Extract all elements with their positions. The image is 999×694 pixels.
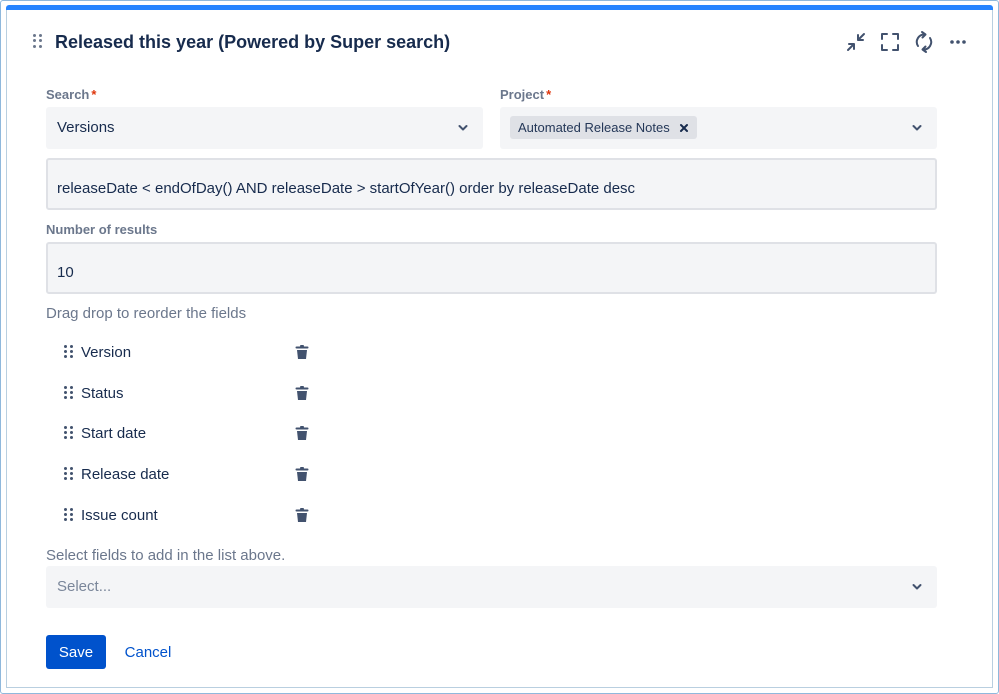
chevron-down-icon <box>912 584 922 590</box>
field-name: Issue count <box>81 507 158 524</box>
add-fields-label: Select fields to add in the list above. <box>46 547 286 564</box>
project-label: Project * <box>500 87 551 102</box>
drag-handle-icon[interactable] <box>64 426 73 439</box>
field-name: Status <box>81 385 124 402</box>
project-tag: Automated Release Notes <box>510 116 697 139</box>
drag-handle-icon[interactable] <box>64 386 73 399</box>
search-select[interactable]: Versions <box>46 107 483 149</box>
field-row-issue-count[interactable]: Issue count <box>62 505 322 529</box>
fields-hint: Drag drop to reorder the fields <box>46 305 247 322</box>
refresh-icon[interactable] <box>912 30 936 54</box>
field-name: Version <box>81 344 132 361</box>
gadget-title: Released this year (Powered by Super sea… <box>55 32 451 52</box>
drag-handle-icon[interactable] <box>33 34 43 48</box>
results-input[interactable]: 10 <box>46 242 937 294</box>
drag-handle-icon[interactable] <box>64 467 73 480</box>
search-label: Search * <box>46 87 96 102</box>
trash-icon[interactable] <box>294 385 310 401</box>
project-label-text: Project <box>500 87 545 102</box>
trash-icon[interactable] <box>294 507 310 523</box>
drag-handle-icon[interactable] <box>64 345 73 358</box>
required-marker: * <box>546 87 552 102</box>
results-input-value: 10 <box>57 264 74 281</box>
project-select[interactable]: Automated Release Notes <box>500 107 937 149</box>
fullscreen-icon[interactable] <box>878 30 902 54</box>
field-row-status[interactable]: Status <box>62 383 322 407</box>
field-row-version[interactable]: Version <box>62 342 322 366</box>
project-tag-label: Automated Release Notes <box>518 120 670 135</box>
trash-icon[interactable] <box>294 466 310 482</box>
query-input-value: releaseDate < endOfDay() AND releaseDate… <box>57 180 636 197</box>
more-icon[interactable] <box>946 30 970 54</box>
field-name: Start date <box>81 425 147 442</box>
search-label-text: Search <box>46 87 90 102</box>
chevron-down-icon <box>458 125 468 131</box>
save-button[interactable]: Save <box>46 635 106 669</box>
field-row-start-date[interactable]: Start date <box>62 423 322 447</box>
field-name: Release date <box>81 466 170 483</box>
field-row-release-date[interactable]: Release date <box>62 464 322 488</box>
drag-handle-icon[interactable] <box>64 508 73 521</box>
trash-icon[interactable] <box>294 425 310 441</box>
trash-icon[interactable] <box>294 344 310 360</box>
add-fields-placeholder: Select... <box>57 578 112 595</box>
required-marker: * <box>91 87 97 102</box>
search-select-value: Versions <box>57 119 115 136</box>
query-input[interactable]: releaseDate < endOfDay() AND releaseDate… <box>46 158 937 210</box>
cancel-button[interactable]: Cancel <box>113 635 183 669</box>
minimize-icon[interactable] <box>844 30 868 54</box>
results-label: Number of results <box>46 222 158 237</box>
chevron-down-icon <box>912 125 922 131</box>
remove-tag-icon[interactable] <box>679 123 689 133</box>
add-fields-select[interactable]: Select... <box>46 566 937 608</box>
